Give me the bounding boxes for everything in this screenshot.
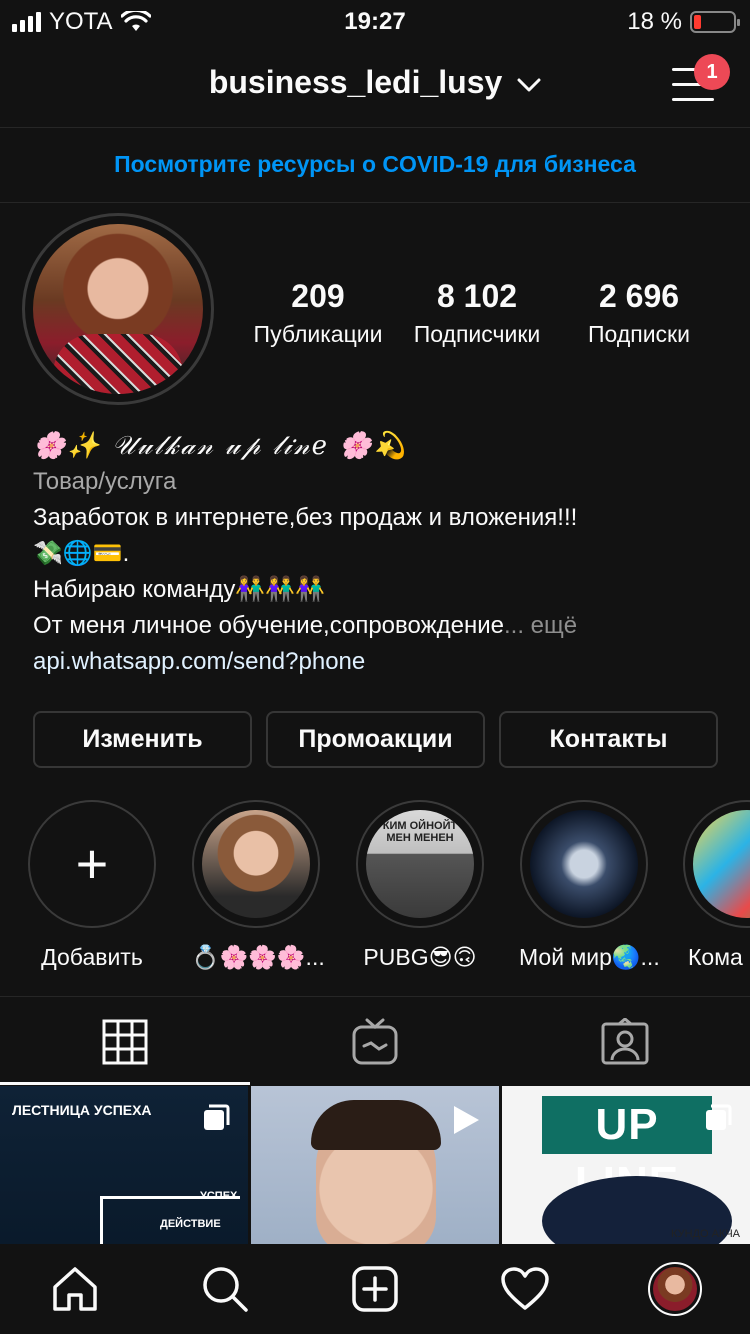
heart-icon — [501, 1267, 549, 1310]
highlight-item[interactable]: Мой мир🌏... — [519, 800, 660, 971]
profile-stats: 209 Публикации 8 102 Подписчики 2 696 По… — [240, 278, 720, 348]
followers-count[interactable]: 8 102 Подписчики — [396, 278, 558, 348]
nav-new-post[interactable] — [350, 1264, 400, 1314]
igtv-icon — [352, 1018, 398, 1065]
posts-grid: ЛЕСТНИЦА УСПЕХА УСПЕХ ДЕЙСТВИЕ UP LINE К… — [0, 1086, 750, 1244]
video-play-icon — [454, 1106, 479, 1134]
bio-line: 💸🌐💳. — [33, 540, 130, 567]
post-overlay-text: КУНДО АКЧА — [671, 1228, 740, 1240]
tagged-icon — [601, 1018, 649, 1065]
post-overlay-text: ЛЕСТНИЦА УСПЕХА — [12, 1102, 152, 1118]
profile-category: Товар/услуга — [33, 468, 177, 495]
post-thumbnail[interactable]: UP LINE КУНДО АКЧА — [502, 1086, 750, 1244]
highlight-item[interactable]: Кома — [683, 800, 750, 971]
tab-tagged[interactable] — [500, 997, 750, 1087]
stat-value: 8 102 — [436, 278, 518, 314]
battery-icon — [690, 11, 740, 33]
highlight-item[interactable]: КИМ ОЙНОЙТ МЕН МЕНЕН PUBG😎🙃 — [355, 800, 485, 971]
nav-activity[interactable] — [500, 1264, 550, 1314]
post-thumbnail[interactable] — [251, 1086, 499, 1244]
stat-label: Подписчики — [413, 321, 541, 347]
promotions-button[interactable]: Промоакции — [266, 711, 485, 768]
highlight-item[interactable]: 💍🌸🌸🌸... — [191, 800, 325, 971]
stat-value: 209 — [291, 278, 345, 314]
stat-label: Подписки — [588, 321, 690, 347]
following-count[interactable]: 2 696 Подписки — [558, 278, 720, 348]
highlight-label: Добавить — [41, 944, 143, 970]
bio-line: От меня личное обучение,сопровождение — [33, 612, 504, 639]
home-icon — [53, 1267, 97, 1311]
post-thumbnail[interactable]: ЛЕСТНИЦА УСПЕХА УСПЕХ ДЕЙСТВИЕ — [0, 1086, 248, 1244]
story-highlights: + Добавить 💍🌸🌸🌸... КИМ ОЙНОЙТ МЕН МЕНЕН … — [0, 800, 750, 980]
grid-icon — [102, 1019, 148, 1065]
profile-avatar-icon — [648, 1262, 702, 1316]
highlight-add[interactable]: + Добавить — [27, 800, 157, 971]
stat-label: Публикации — [253, 321, 383, 347]
menu-button[interactable]: 1 — [672, 54, 730, 102]
tab-igtv[interactable] — [250, 997, 500, 1087]
highlight-label: PUBG😎🙃 — [363, 944, 477, 970]
highlight-cover — [530, 810, 638, 918]
profile-website-link[interactable]: api.whatsapp.com/send?phone — [33, 644, 733, 680]
bio-line-truncated: От меня личное обучение,сопровождение...… — [33, 608, 733, 644]
posts-count[interactable]: 209 Публикации — [240, 278, 396, 348]
post-overlay-text: УСПЕХ — [200, 1190, 238, 1202]
bottom-navigation — [0, 1244, 750, 1334]
add-post-icon — [352, 1266, 398, 1312]
highlight-cover-caption: КИМ ОЙНОЙТ МЕН МЕНЕН — [382, 820, 458, 844]
highlight-cover: КИМ ОЙНОЙТ МЕН МЕНЕН — [366, 810, 474, 918]
more-link[interactable]: ... ещё — [504, 612, 577, 639]
profile-photo — [33, 224, 203, 394]
contacts-button[interactable]: Контакты — [499, 711, 718, 768]
highlight-cover — [202, 810, 310, 918]
bio-line: Заработок в интернете,без продаж и вложе… — [33, 504, 578, 531]
battery-percent: 18 % — [627, 8, 682, 35]
profile-avatar[interactable] — [22, 213, 214, 405]
highlight-cover — [693, 810, 750, 918]
post-overlay-text: UP LINE — [542, 1096, 712, 1207]
profile-header: business_ledi_lusy 1 — [0, 42, 750, 128]
post-overlay-text: ДЕЙСТВИЕ — [160, 1218, 221, 1230]
profile-tabs — [0, 996, 750, 1086]
search-icon — [203, 1267, 248, 1312]
highlight-label: Мой мир🌏... — [519, 944, 660, 970]
chevron-down-icon — [517, 78, 541, 92]
username-title: business_ledi_lusy — [208, 64, 503, 100]
account-switcher[interactable]: business_ledi_lusy — [0, 64, 750, 101]
highlight-label: 💍🌸🌸🌸... — [191, 944, 325, 970]
covid-resources-link[interactable]: Посмотрите ресурсы о COVID-19 для бизнес… — [0, 129, 750, 203]
notification-badge: 1 — [694, 54, 730, 90]
carousel-icon — [706, 1104, 732, 1130]
nav-profile[interactable] — [648, 1262, 702, 1316]
edit-profile-button[interactable]: Изменить — [33, 711, 252, 768]
profile-actions: Изменить Промоакции Контакты — [33, 711, 718, 768]
bio-line: Набираю команду👫👫👫 — [33, 576, 326, 603]
stat-value: 2 696 — [598, 278, 680, 314]
carousel-icon — [204, 1104, 230, 1130]
profile-name: 🌸✨ 𝒰𝓊𝓁𝓀𝒶𝓃 𝓊𝓅 𝓁𝒾𝓃𝑒 🌸💫 — [33, 431, 409, 461]
highlight-label: Кома — [688, 944, 743, 970]
plus-icon: + — [75, 832, 109, 895]
tab-posts-grid[interactable] — [0, 997, 250, 1087]
profile-bio: 🌸✨ 𝒰𝓊𝓁𝓀𝒶𝓃 𝓊𝓅 𝓁𝒾𝓃𝑒 🌸💫 Товар/услуга Зарабо… — [33, 428, 733, 680]
status-bar: YOTA 19:27 18 % — [0, 0, 750, 42]
nav-home[interactable] — [50, 1264, 100, 1314]
nav-search[interactable] — [200, 1264, 250, 1314]
